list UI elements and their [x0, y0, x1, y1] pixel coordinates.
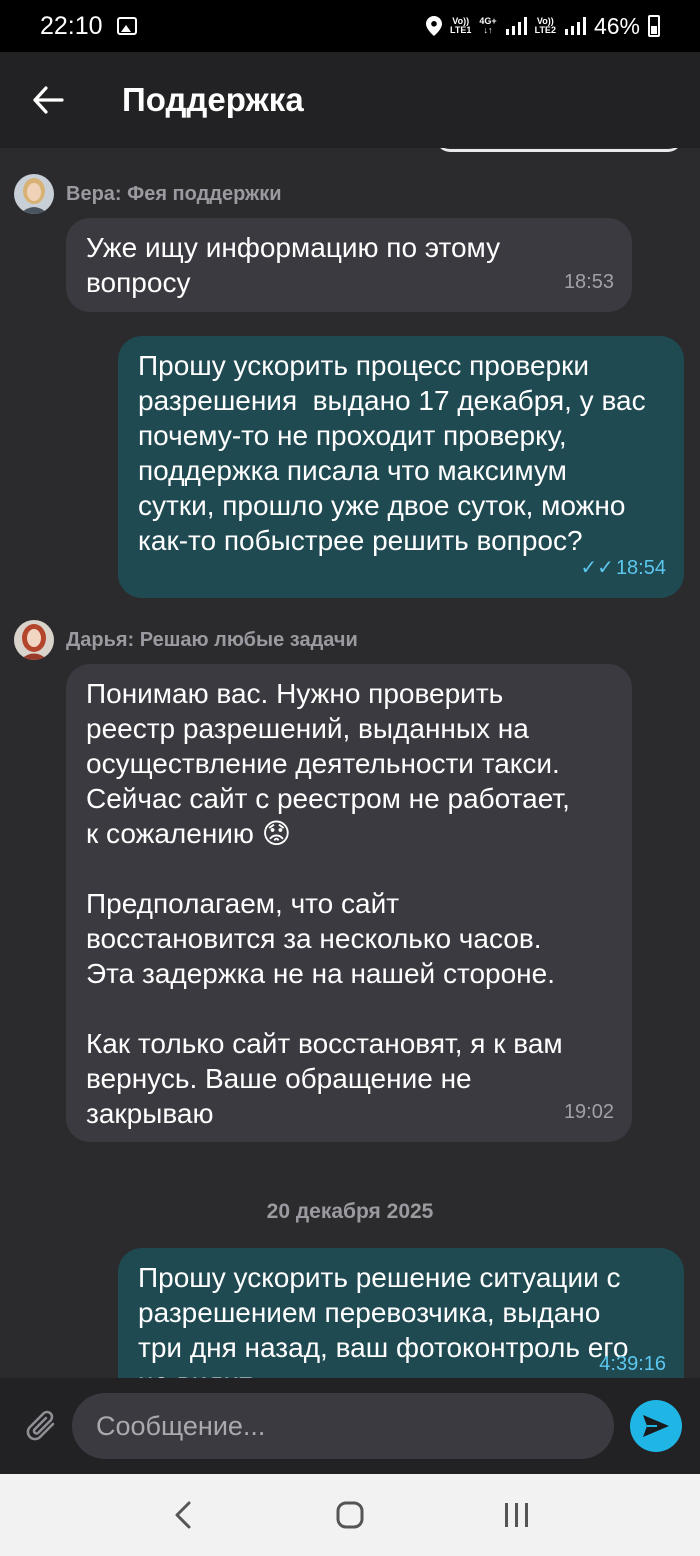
- volte-lte2-indicator: Vo)) LTE2: [535, 17, 556, 35]
- status-time: 22:10: [40, 11, 103, 40]
- sender-name: Дарья: Решаю любые задачи: [66, 628, 358, 651]
- message-composer: [0, 1378, 700, 1474]
- message-input[interactable]: [72, 1393, 614, 1459]
- 4g-indicator: 4G+ ↓↑: [479, 17, 496, 35]
- message-time: 18:54: [615, 557, 666, 579]
- avatar-image: [14, 620, 54, 660]
- data-arrows-label: ↓↑: [483, 25, 493, 35]
- message-bubble-incoming[interactable]: Понимаю вас. Нужно проверить реестр разр…: [66, 664, 632, 1142]
- back-button[interactable]: [18, 70, 78, 130]
- volte-lte1-indicator: Vo)) LTE1: [450, 17, 471, 35]
- send-button[interactable]: [630, 1400, 682, 1452]
- system-navigation-bar: [0, 1474, 700, 1556]
- status-bar: 22:10 Vo)) LTE1 4G+ ↓↑ Vo)) LTE2 46%: [0, 0, 700, 52]
- page-title: Поддержка: [122, 81, 304, 118]
- message-text: Понимаю вас. Нужно проверить реестр разр…: [86, 678, 570, 1129]
- message-text: Прошу ускорить решение ситуации с разреш…: [138, 1262, 629, 1378]
- message-text: Прошу ускорить процесс проверки разрешен…: [138, 350, 646, 556]
- message-time-block: ✓✓ 18:54: [580, 551, 666, 586]
- battery-icon: [648, 15, 660, 37]
- nav-back-button[interactable]: [153, 1485, 213, 1545]
- lte1-label: LTE1: [450, 25, 472, 35]
- signal-bars-icon: [505, 17, 527, 35]
- date-separator: 20 декабря 2025: [266, 1200, 434, 1223]
- message-time: 18:53: [563, 271, 614, 293]
- message-time: 4:39:16: [599, 1353, 666, 1375]
- message-bubble-outgoing[interactable]: Прошу ускорить процесс проверки разрешен…: [118, 336, 684, 598]
- message-time: 19:02: [563, 1101, 614, 1123]
- attach-button[interactable]: [14, 1398, 70, 1454]
- nav-home-button[interactable]: [320, 1485, 380, 1545]
- avatar-image: [14, 174, 54, 214]
- paperclip-icon: [26, 1410, 55, 1441]
- send-icon: [643, 1415, 669, 1437]
- avatar-vera[interactable]: [14, 174, 54, 214]
- read-checkmarks-icon: ✓✓: [580, 557, 614, 579]
- message-bubble-outgoing[interactable]: Прошу ускорить решение ситуации с разреш…: [118, 1248, 684, 1378]
- home-square-icon: [336, 1501, 364, 1529]
- chat-header: Поддержка: [0, 52, 700, 148]
- recents-icon: [504, 1503, 528, 1527]
- arrow-left-icon: [33, 86, 64, 114]
- battery-percent: 46%: [593, 12, 640, 39]
- location-icon: [426, 16, 442, 36]
- lte2-label: LTE2: [534, 25, 556, 35]
- previous-message-edge: [436, 148, 682, 152]
- message-text: Уже ищу информацию по этому вопросу: [86, 232, 501, 298]
- sender-row: Дарья: Решаю любые задачи: [14, 620, 358, 660]
- chat-messages[interactable]: Вера: Фея поддержки Уже ищу информацию п…: [0, 148, 700, 1378]
- avatar-darya[interactable]: [14, 620, 54, 660]
- nav-recents-button[interactable]: [487, 1485, 547, 1545]
- sender-row: Вера: Фея поддержки: [14, 174, 282, 214]
- status-indicators: Vo)) LTE1 4G+ ↓↑ Vo)) LTE2 46%: [426, 13, 660, 40]
- message-bubble-incoming[interactable]: Уже ищу информацию по этому вопросу 18:5…: [66, 218, 632, 312]
- chevron-left-icon: [175, 1501, 191, 1529]
- sender-name: Вера: Фея поддержки: [66, 182, 282, 205]
- gallery-notification-icon: [116, 17, 137, 35]
- signal-bars-2-icon: [564, 17, 586, 35]
